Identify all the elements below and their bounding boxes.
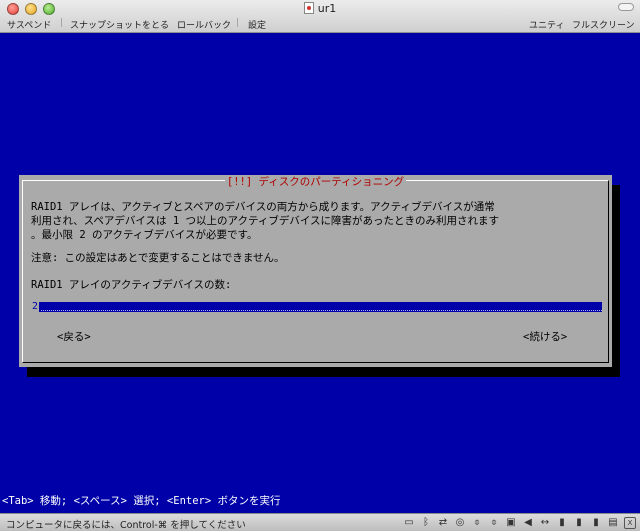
usb-device-icon[interactable]: ▮ <box>590 517 602 529</box>
usb-device-icon[interactable]: ▮ <box>573 517 585 529</box>
usb-icon[interactable]: ⌽ <box>471 517 483 529</box>
key-help: <Tab> 移動; <スペース> 選択; <Enter> ボタンを実行 <box>2 495 281 507</box>
usb-device-icon[interactable]: ▮ <box>556 517 568 529</box>
toolbar-divider: | <box>236 18 240 28</box>
arrows-icon[interactable]: ↔ <box>539 517 551 529</box>
display-icon[interactable]: X <box>624 517 636 529</box>
dialog-note: 注意: この設定はあとで変更することはできません。 <box>31 252 285 264</box>
hdd-icon[interactable]: ▭ <box>403 517 415 529</box>
window-title: ur1 <box>0 2 640 15</box>
dialog-title-text: [!!] ディスクのパーティショニング <box>224 176 407 188</box>
rollback-button[interactable]: ロールバック <box>177 18 231 31</box>
unity-button[interactable]: ユニティ <box>529 18 564 31</box>
input-value: 2 <box>31 301 39 312</box>
toolbar-toggle-button[interactable] <box>618 3 634 11</box>
vm-document-icon <box>303 2 314 14</box>
floppy-icon[interactable]: ▤ <box>607 517 619 529</box>
dialog-message: RAID1 アレイは、アクティブとスペアのデバイスの両方から成ります。アクティブ… <box>31 201 500 241</box>
window-titlebar: ur1 サスペンド | スナップショットをとる ロールバック | 設定 ユニティ… <box>0 0 640 33</box>
usb-icon[interactable]: ⌽ <box>488 517 500 529</box>
settings-button[interactable]: 設定 <box>248 18 266 31</box>
active-devices-prompt: RAID1 アレイのアクティブデバイスの数: <box>31 279 232 291</box>
cd-icon[interactable]: ◎ <box>454 517 466 529</box>
suspend-button[interactable]: サスペンド <box>7 18 51 31</box>
status-message: コンピュータに戻るには、Control-⌘ を押してください <box>6 520 246 531</box>
snapshot-button[interactable]: スナップショットをとる <box>70 18 169 31</box>
device-icons: ▭ ᛒ ⇄ ◎ ⌽ ⌽ ▣ ◀ ↔ ▮ ▮ ▮ ▤ X <box>403 516 636 530</box>
active-devices-input[interactable]: 2 <box>31 302 602 312</box>
vm-screen[interactable]: [!!] ディスクのパーティショニング RAID1 アレイは、アクティブとスペア… <box>0 33 640 513</box>
fullscreen-button[interactable]: フルスクリーン <box>572 18 635 31</box>
dialog-title: [!!] ディスクのパーティショニング <box>19 174 612 189</box>
status-bar: コンピュータに戻るには、Control-⌘ を押してください ▭ ᛒ ⇄ ◎ ⌽… <box>0 513 640 531</box>
window-title-text: ur1 <box>317 2 337 15</box>
back-button[interactable]: <戻る> <box>57 329 91 344</box>
camera-icon[interactable]: ▣ <box>505 517 517 529</box>
input-underline <box>41 310 602 311</box>
continue-button[interactable]: <続ける> <box>523 329 567 344</box>
bluetooth-icon[interactable]: ᛒ <box>420 517 432 529</box>
sound-icon[interactable]: ◀ <box>522 517 534 529</box>
partition-dialog: [!!] ディスクのパーティショニング RAID1 アレイは、アクティブとスペア… <box>19 175 612 367</box>
vm-toolbar: サスペンド | スナップショットをとる ロールバック | 設定 ユニティ フルス… <box>0 17 640 32</box>
toolbar-divider: | <box>60 18 64 28</box>
network-icon[interactable]: ⇄ <box>437 517 449 529</box>
